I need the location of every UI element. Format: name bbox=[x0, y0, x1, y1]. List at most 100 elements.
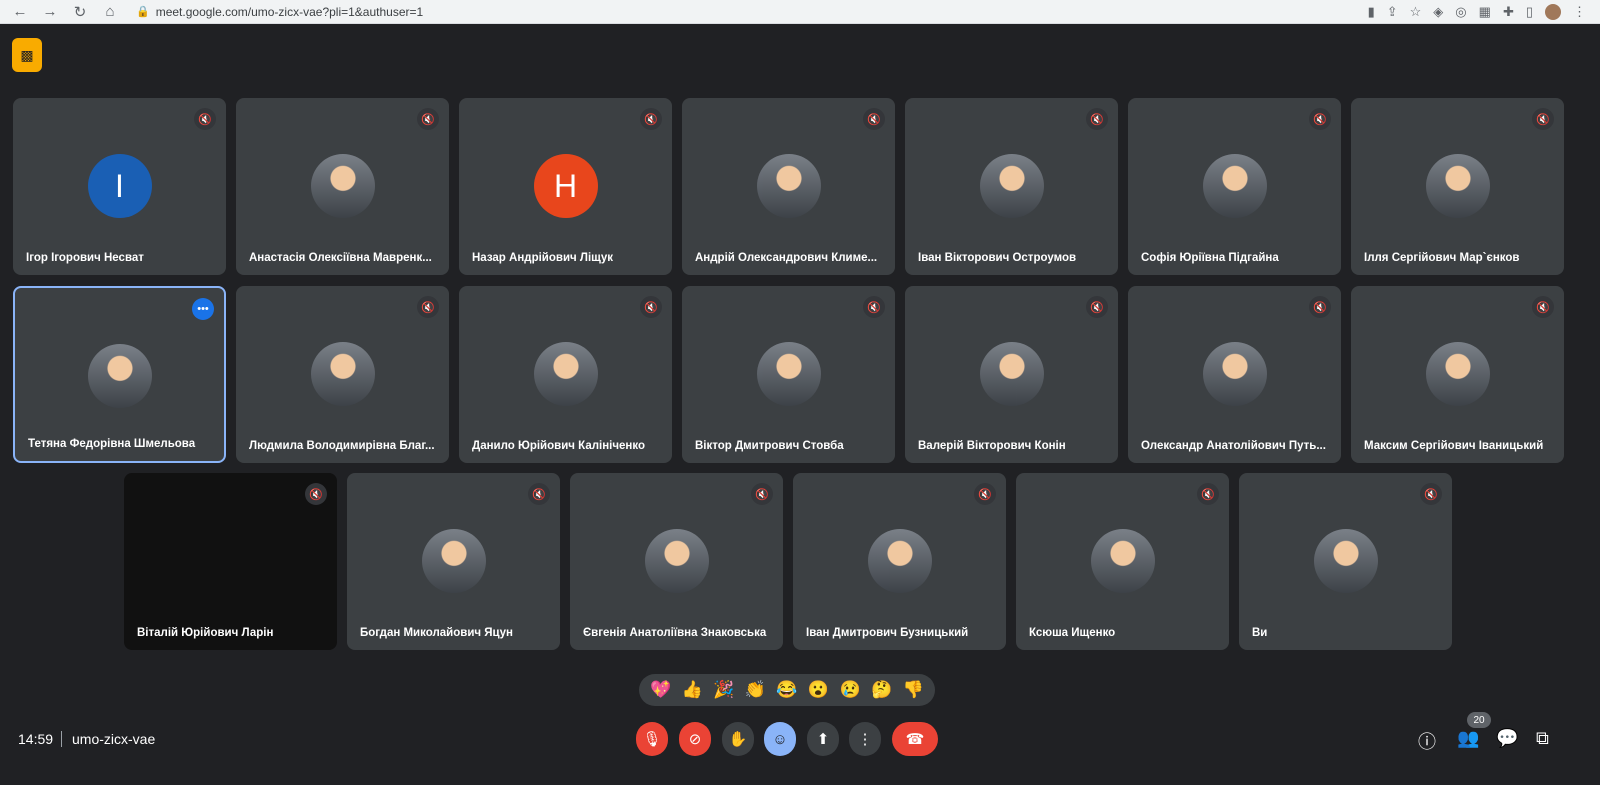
reaction-emoji[interactable]: 😢 bbox=[839, 680, 860, 700]
extension-icon[interactable]: ◎ bbox=[1455, 4, 1466, 20]
reaction-emoji[interactable]: 😂 bbox=[776, 680, 797, 700]
reaction-emoji[interactable]: 🎉 bbox=[713, 680, 734, 700]
participant-name: Ви bbox=[1252, 627, 1268, 639]
mic-muted-icon: 🔇 bbox=[1420, 483, 1442, 505]
avatar bbox=[421, 529, 486, 593]
participant-tile[interactable]: 🔇 Н Назар Андрійович Ліщук bbox=[459, 98, 672, 275]
avatar bbox=[87, 344, 152, 408]
profile-avatar[interactable] bbox=[1545, 3, 1561, 20]
mic-muted-icon: 🔇 bbox=[528, 483, 550, 505]
reaction-emoji[interactable]: 🤔 bbox=[871, 680, 892, 700]
avatar bbox=[1313, 529, 1378, 593]
avatar bbox=[644, 529, 709, 593]
participant-tile[interactable]: ••• Тетяна Федорівна Шмельова bbox=[13, 286, 226, 463]
mic-muted-icon: 🔇 bbox=[863, 108, 885, 130]
participant-tile[interactable]: 🔇 Іван Вікторович Остроумов bbox=[905, 98, 1118, 275]
mic-muted-icon: 🔇 bbox=[1309, 108, 1331, 130]
avatar bbox=[867, 529, 932, 593]
people-icon[interactable]: 👥 bbox=[1457, 728, 1479, 749]
avatar bbox=[756, 154, 821, 218]
browser-extensions: ▮ ⇪ ☆ ◈ ◎ ▦ ✚ ▯ ⋮ bbox=[1368, 3, 1600, 20]
avatar bbox=[1425, 342, 1490, 406]
participant-name: Віктор Дмитрович Стовба bbox=[695, 440, 844, 452]
avatar bbox=[1425, 154, 1490, 218]
reload-icon[interactable]: ↻ bbox=[72, 3, 88, 21]
address-bar[interactable]: 🔒 meet.google.com/umo-zicx-vae?pli=1&aut… bbox=[136, 1, 1316, 22]
participant-tile[interactable]: 🔇 Максим Сергійович Іваницький bbox=[1351, 286, 1564, 463]
participant-name: Валерій Вікторович Конін bbox=[918, 440, 1066, 452]
reaction-emoji[interactable]: 👎 bbox=[903, 680, 924, 700]
reaction-emoji[interactable]: 😮 bbox=[808, 680, 829, 700]
participant-tile[interactable]: 🔇 Анастасія Олексіївна Мавренк... bbox=[236, 98, 449, 275]
mic-muted-icon: 🔇 bbox=[751, 483, 773, 505]
url-text: meet.google.com/umo-zicx-vae?pli=1&authu… bbox=[155, 4, 424, 19]
camera-off-button[interactable]: ⊘ bbox=[679, 722, 711, 756]
share-icon[interactable]: ⇪ bbox=[1387, 4, 1398, 20]
camera-off-icon: ▩ bbox=[20, 46, 34, 63]
participant-tile[interactable]: 🔇 Ви bbox=[1239, 473, 1452, 650]
participant-tile[interactable]: 🔇 Ілля Сергійович Мар`єнков bbox=[1351, 98, 1564, 275]
camera-icon[interactable]: ▮ bbox=[1368, 4, 1375, 20]
present-screen-button[interactable]: ⬆ bbox=[807, 722, 839, 756]
divider bbox=[61, 731, 62, 747]
participant-tile[interactable]: 🔇 Богдан Миколайович Яцун bbox=[347, 473, 560, 650]
participant-tile[interactable]: 🔇 Віталій Юрійович Ларін bbox=[124, 473, 337, 650]
participant-tile[interactable]: 🔇 Євгенія Анатоліївна Знаковська bbox=[570, 473, 783, 650]
mic-muted-icon: 🔇 bbox=[640, 108, 662, 130]
activities-icon[interactable]: ⧉ bbox=[1536, 728, 1549, 749]
participant-name: Андрій Олександрович Климе... bbox=[695, 252, 878, 264]
participant-tile[interactable]: 🔇 Данило Юрійович Калініченко bbox=[459, 286, 672, 463]
participant-tile[interactable]: 🔇 Андрій Олександрович Климе... bbox=[682, 98, 895, 275]
participant-tile[interactable]: 🔇 І Ігор Ігорович Несват bbox=[13, 98, 226, 275]
extension-icon[interactable]: ▦ bbox=[1479, 4, 1491, 20]
mic-muted-icon: 🔇 bbox=[1086, 296, 1108, 318]
back-icon[interactable]: ← bbox=[12, 3, 28, 20]
more-options-button[interactable]: ⋮ bbox=[849, 722, 881, 756]
participant-name: Людмила Володимирівна Благ... bbox=[249, 440, 435, 452]
home-icon[interactable]: ⌂ bbox=[102, 3, 118, 20]
info-icon[interactable]: ⓘ bbox=[1418, 728, 1436, 754]
leave-call-button[interactable]: ☎ bbox=[892, 722, 938, 756]
avatar-letter: І bbox=[87, 154, 152, 218]
participant-name: Тетяна Федорівна Шмельова bbox=[28, 438, 196, 450]
forward-icon[interactable]: → bbox=[42, 3, 58, 20]
participant-tile[interactable]: 🔇 Іван Дмитрович Бузницький bbox=[793, 473, 1006, 650]
mic-muted-icon: 🔇 bbox=[1532, 108, 1554, 130]
reaction-emoji[interactable]: 👍 bbox=[682, 680, 703, 700]
mic-muted-icon: 🔇 bbox=[417, 108, 439, 130]
mic-off-button[interactable]: 🎙 bbox=[636, 722, 668, 756]
browser-nav: ← → ↻ ⌂ bbox=[0, 3, 118, 21]
mic-muted-icon: 🔇 bbox=[640, 296, 662, 318]
more-options-icon[interactable]: ••• bbox=[192, 298, 214, 320]
recording-off-badge[interactable]: ▩ bbox=[12, 38, 42, 72]
participant-tile[interactable]: 🔇 Валерій Вікторович Конін bbox=[905, 286, 1118, 463]
extension-icon[interactable]: ◈ bbox=[1433, 4, 1443, 20]
reactions-button[interactable]: ☺ bbox=[764, 722, 796, 756]
participant-tile[interactable]: 🔇 Софія Юріївна Підгайна bbox=[1128, 98, 1341, 275]
participant-tile[interactable]: 🔇 Олександр Анатолійович Путь... bbox=[1128, 286, 1341, 463]
participant-tile[interactable]: 🔇 Віктор Дмитрович Стовба bbox=[682, 286, 895, 463]
participant-name: Ілля Сергійович Мар`єнков bbox=[1364, 252, 1520, 264]
mic-muted-icon: 🔇 bbox=[863, 296, 885, 318]
avatar bbox=[310, 342, 375, 406]
puzzle-icon[interactable]: ✚ bbox=[1503, 4, 1514, 20]
reaction-emoji[interactable]: 👏 bbox=[745, 680, 766, 700]
participant-name: Іван Дмитрович Бузницький bbox=[806, 627, 969, 639]
avatar bbox=[1202, 154, 1267, 218]
raise-hand-button[interactable]: ✋ bbox=[722, 722, 754, 756]
mic-muted-icon: 🔇 bbox=[974, 483, 996, 505]
participant-tile[interactable]: 🔇 Людмила Володимирівна Благ... bbox=[236, 286, 449, 463]
avatar bbox=[979, 342, 1044, 406]
smile-icon: ☺ bbox=[772, 730, 788, 748]
bookmark-star-icon[interactable]: ☆ bbox=[1410, 4, 1422, 20]
participant-tile[interactable]: 🔇 Ксюша Ищенко bbox=[1016, 473, 1229, 650]
participant-name: Максим Сергійович Іваницький bbox=[1364, 440, 1544, 452]
kebab-icon: ⋮ bbox=[857, 731, 873, 748]
lock-icon[interactable]: 🔒 bbox=[136, 5, 150, 18]
participant-name: Богдан Миколайович Яцун bbox=[360, 627, 513, 639]
chat-icon[interactable]: 💬 bbox=[1496, 728, 1518, 749]
sidepanel-icon[interactable]: ▯ bbox=[1526, 4, 1533, 20]
participant-name: Назар Андрійович Ліщук bbox=[472, 252, 614, 264]
reaction-emoji[interactable]: 💖 bbox=[650, 680, 671, 700]
menu-kebab-icon[interactable]: ⋮ bbox=[1573, 4, 1586, 20]
